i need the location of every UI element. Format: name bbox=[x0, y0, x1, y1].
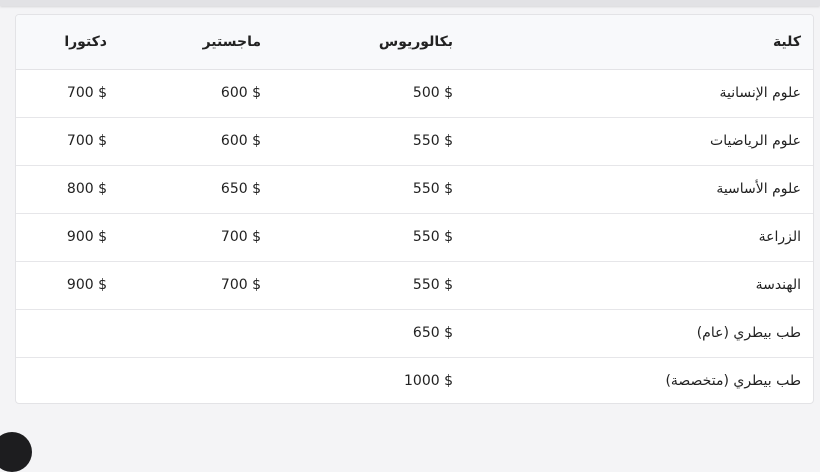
header-bachelor: بكالوريوس bbox=[271, 15, 465, 70]
table-row: علوم الإنسانية 500 $ 600 $ 700 $ bbox=[16, 69, 813, 117]
cell-college: علوم الإنسانية bbox=[719, 85, 802, 101]
cell-doctorate-fee: 700 $ bbox=[66, 133, 107, 149]
table-row: علوم الأساسية 550 $ 650 $ 800 $ bbox=[16, 165, 813, 213]
cell-bachelor-fee: 1000 $ bbox=[404, 373, 453, 390]
cell-college: طب بيطري (متخصصة) bbox=[665, 373, 801, 390]
cell-college: علوم الرياضيات bbox=[710, 133, 801, 149]
cell-master-fee: 600 $ bbox=[220, 133, 261, 149]
cell-bachelor-fee: 500 $ bbox=[412, 85, 453, 101]
cell-bachelor-fee: 550 $ bbox=[412, 133, 453, 149]
table-row: الزراعة 550 $ 700 $ 900 $ bbox=[16, 213, 813, 261]
cell-bachelor-fee: 550 $ bbox=[412, 277, 453, 293]
table-row: الهندسة 550 $ 700 $ 900 $ bbox=[16, 261, 813, 309]
cell-doctorate-fee: 700 $ bbox=[66, 85, 107, 101]
cell-master-fee: 650 $ bbox=[220, 181, 261, 197]
table-header: كلية بكالوريوس ماجستير دكتورا bbox=[16, 15, 813, 70]
floating-action-button[interactable] bbox=[0, 432, 32, 472]
fees-table-card: كلية بكالوريوس ماجستير دكتورا علوم الإنس… bbox=[15, 14, 814, 404]
table-row: طب بيطري (متخصصة) 1000 $ bbox=[16, 357, 813, 403]
header-doctorate: دكتورا bbox=[16, 15, 117, 70]
cell-bachelor-fee: 650 $ bbox=[412, 325, 453, 341]
cell-master-fee: 700 $ bbox=[220, 277, 261, 293]
header-college: كلية bbox=[465, 15, 813, 70]
cell-doctorate-fee: 900 $ bbox=[66, 229, 107, 245]
cell-bachelor-fee: 550 $ bbox=[412, 229, 453, 245]
header-master: ماجستير bbox=[117, 15, 271, 70]
cell-doctorate-fee: 800 $ bbox=[66, 181, 107, 197]
header-row: كلية بكالوريوس ماجستير دكتورا bbox=[16, 15, 813, 70]
cell-master-fee: 700 $ bbox=[220, 229, 261, 245]
fees-table: كلية بكالوريوس ماجستير دكتورا علوم الإنس… bbox=[16, 15, 813, 403]
cell-doctorate-fee: 900 $ bbox=[66, 277, 107, 293]
cell-college: علوم الأساسية bbox=[716, 181, 801, 197]
table-body: علوم الإنسانية 500 $ 600 $ 700 $ علوم ال… bbox=[16, 69, 813, 403]
cell-master-fee: 600 $ bbox=[220, 85, 261, 101]
cell-bachelor-fee: 550 $ bbox=[412, 181, 453, 197]
cell-college: الهندسة bbox=[755, 277, 801, 293]
header-bar-edge bbox=[0, 0, 820, 6]
cell-college: الزراعة bbox=[758, 229, 801, 245]
cell-college: طب بيطري (عام) bbox=[696, 325, 801, 341]
table-row: طب بيطري (عام) 650 $ bbox=[16, 309, 813, 357]
table-row: علوم الرياضيات 550 $ 600 $ 700 $ bbox=[16, 117, 813, 165]
